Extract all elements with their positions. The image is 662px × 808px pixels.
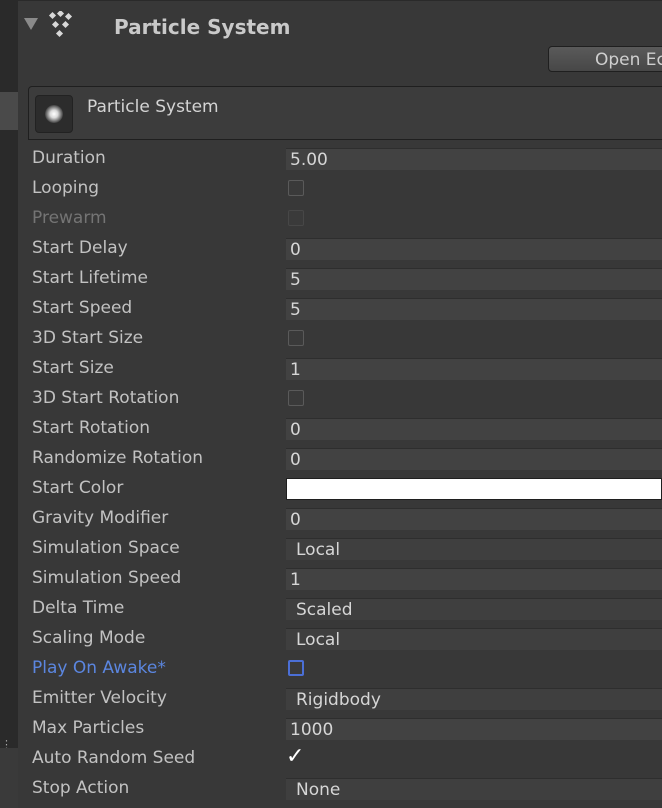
component-title: Particle System <box>114 15 291 39</box>
property-row: Simulation Space Local <box>28 534 662 564</box>
property-field[interactable]: 5.00 <box>286 148 662 170</box>
property-label: Simulation Space <box>32 538 180 558</box>
left-panel-strip: ⋮ <box>0 0 19 808</box>
property-label: Start Speed <box>32 298 133 318</box>
property-label: Delta Time <box>32 598 125 618</box>
property-row: Emitter Velocity Rigidbody <box>28 684 662 714</box>
property-row: Start Lifetime 5 <box>28 264 662 294</box>
property-label: Emitter Velocity <box>32 688 167 708</box>
property-label: Max Particles <box>32 718 145 738</box>
property-field[interactable]: 0 <box>286 418 662 440</box>
property-dropdown[interactable]: None <box>286 778 662 800</box>
component-header: Particle System <box>18 0 662 47</box>
property-label: Randomize Rotation <box>32 448 203 468</box>
color-field[interactable] <box>286 478 662 500</box>
property-row: Stop Action None <box>28 774 662 804</box>
property-checkbox[interactable] <box>288 330 304 346</box>
property-checkbox[interactable] <box>288 180 304 196</box>
property-row: Max Particles 1000 <box>28 714 662 744</box>
property-row: Scaling Mode Local <box>28 624 662 654</box>
property-dropdown[interactable]: Scaled <box>286 598 662 620</box>
property-label: Play On Awake* <box>32 658 166 678</box>
property-row: Randomize Rotation 0 <box>28 444 662 474</box>
property-dropdown[interactable]: Local <box>286 628 662 650</box>
property-label: Start Color <box>32 478 124 498</box>
property-label: Start Size <box>32 358 114 378</box>
module-title: Particle System <box>87 97 219 117</box>
property-label: Start Delay <box>32 238 128 258</box>
property-checkbox[interactable] <box>288 660 304 676</box>
property-label: Stop Action <box>32 778 130 798</box>
property-row: Gravity Modifier 0 <box>28 504 662 534</box>
property-row: 3D Start Size <box>28 324 662 354</box>
foldout-arrow-icon[interactable] <box>24 18 38 30</box>
property-label: Gravity Modifier <box>32 508 169 528</box>
property-label: Start Lifetime <box>32 268 148 288</box>
property-label: Scaling Mode <box>32 628 146 648</box>
property-label: Auto Random Seed <box>32 748 196 768</box>
property-field[interactable]: 1000 <box>286 718 662 740</box>
property-field[interactable]: 0 <box>286 448 662 470</box>
property-field[interactable]: 5 <box>286 268 662 290</box>
property-row: Auto Random Seed ✓ <box>28 744 662 774</box>
property-label: 3D Start Rotation <box>32 388 180 408</box>
property-field[interactable]: 1 <box>286 358 662 380</box>
property-row: Delta Time Scaled <box>28 594 662 624</box>
open-editor-button[interactable]: Open Ec <box>548 46 662 72</box>
property-dropdown[interactable]: Local <box>286 538 662 560</box>
module-header[interactable]: Particle System <box>28 86 662 140</box>
property-row: Play On Awake* <box>28 654 662 684</box>
particle-module-icon <box>35 95 73 133</box>
property-field[interactable]: 0 <box>286 238 662 260</box>
left-panel-tab[interactable] <box>0 92 18 130</box>
property-label: Simulation Speed <box>32 568 182 588</box>
property-field[interactable]: 1 <box>286 568 662 590</box>
property-row: Duration 5.00 <box>28 144 662 174</box>
inspector-panel: Particle System Open Ec Particle System … <box>18 0 662 808</box>
property-row: Start Delay 0 <box>28 234 662 264</box>
property-row: Looping <box>28 174 662 204</box>
property-label: Duration <box>32 148 106 168</box>
particle-system-icon <box>48 11 73 38</box>
property-row: Start Rotation 0 <box>28 414 662 444</box>
property-label: Prewarm <box>32 208 107 228</box>
left-panel-tab-lower[interactable] <box>0 748 18 808</box>
property-row: Start Size 1 <box>28 354 662 384</box>
checkbox-checked[interactable]: ✓ <box>286 744 304 769</box>
property-field[interactable]: 0 <box>286 508 662 530</box>
property-checkbox[interactable] <box>288 390 304 406</box>
property-row: Start Speed 5 <box>28 294 662 324</box>
property-row: Prewarm <box>28 204 662 234</box>
property-row: Start Color <box>28 474 662 504</box>
property-row: Simulation Speed 1 <box>28 564 662 594</box>
property-label: Looping <box>32 178 100 198</box>
property-dropdown[interactable]: Rigidbody <box>286 688 662 710</box>
property-field[interactable]: 5 <box>286 298 662 320</box>
property-list: Duration 5.00 Looping Prewarm Start Delay 0 St… <box>28 144 662 804</box>
property-checkbox <box>288 210 304 226</box>
property-label: 3D Start Size <box>32 328 144 348</box>
property-row: 3D Start Rotation <box>28 384 662 414</box>
property-label: Start Rotation <box>32 418 151 438</box>
